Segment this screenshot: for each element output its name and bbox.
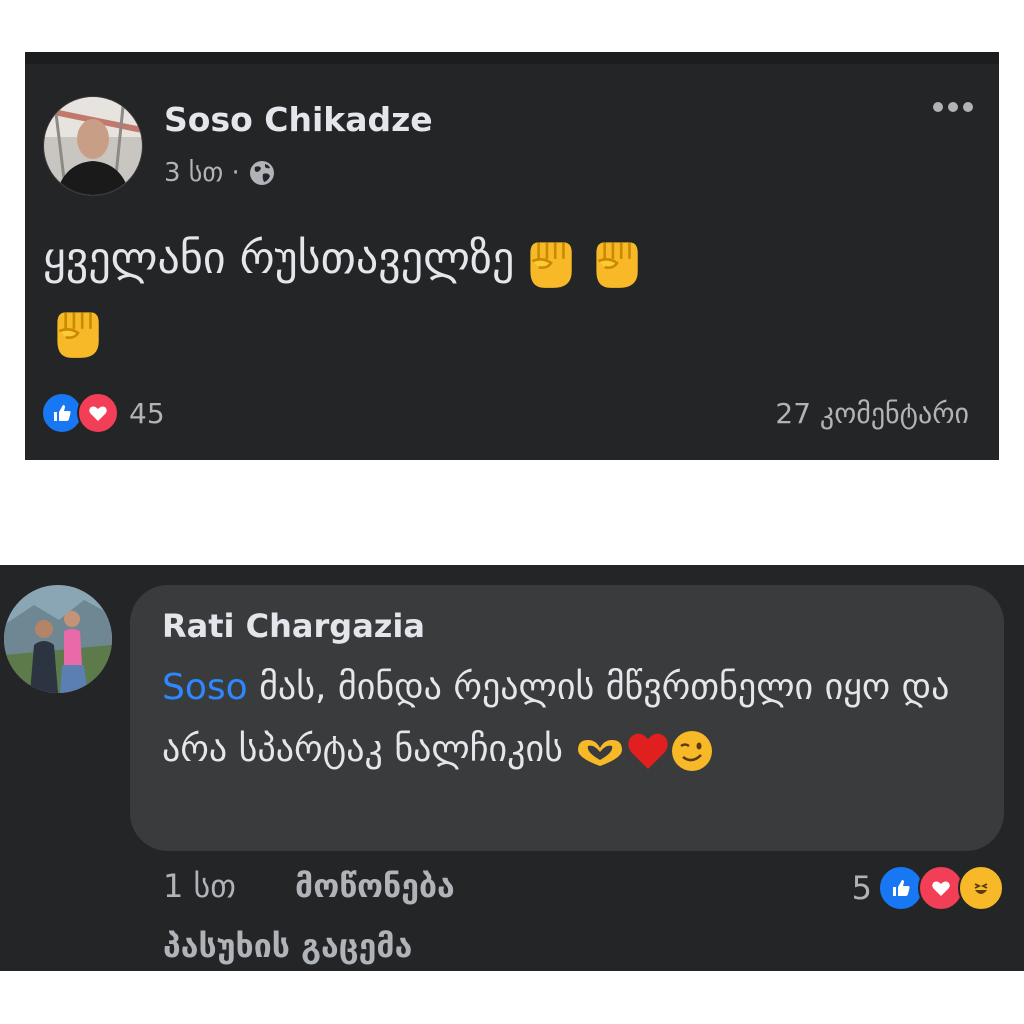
love-icon	[77, 392, 119, 434]
comment-actions: 1 სთ მოწონება	[163, 867, 503, 905]
raised-fist-emoji	[57, 312, 99, 358]
comment-text: Soso მას, მინდა რეალის მწვრთნელი იყო და …	[162, 657, 962, 781]
comment-time[interactable]: 1 სთ	[163, 867, 236, 905]
post-reaction-count: 45	[129, 396, 165, 430]
winking-face-emoji	[672, 731, 713, 771]
red-heart-emoji	[628, 733, 669, 769]
post-time[interactable]: 3 სთ ·	[164, 158, 240, 188]
post-comments-count[interactable]: 27 კომენტარი	[775, 397, 969, 430]
comment-bubble: Rati Chargazia Soso მას, მინდა რეალის მწ…	[130, 585, 1004, 851]
more-options-button[interactable]	[933, 102, 973, 112]
post-author-avatar[interactable]	[43, 96, 143, 196]
comment-reactions[interactable]: 5	[852, 865, 1004, 911]
more-icon	[933, 102, 943, 112]
like-comment-button[interactable]: მოწონება	[295, 867, 455, 905]
comment-section: Rati Chargazia Soso მას, მინდა რეალის მწ…	[0, 565, 1024, 971]
post-meta: 3 სთ ·	[164, 158, 276, 188]
heart-hands-emoji	[578, 740, 623, 766]
raised-fist-emoji	[596, 242, 639, 288]
globe-icon	[248, 159, 276, 187]
post-top-strip	[25, 52, 999, 64]
raised-fist-emoji	[530, 242, 573, 288]
post-reactions[interactable]: 45	[41, 392, 165, 434]
haha-icon	[958, 865, 1004, 911]
comment-author-avatar[interactable]	[4, 585, 112, 693]
reply-button[interactable]: პასუხის გაცემა	[163, 927, 412, 965]
post-text: ყველანი რუსთაველზე	[43, 224, 943, 364]
comment-text-content: მას, მინდა რეალის მწვრთნელი იყო და არა ს…	[162, 667, 950, 770]
mention-link[interactable]: Soso	[162, 667, 248, 708]
post-card: Soso Chikadze 3 სთ · ყველანი რუსთაველზე …	[25, 52, 999, 460]
comment-author-name[interactable]: Rati Chargazia	[162, 607, 425, 645]
comment-reaction-count: 5	[851, 869, 872, 907]
post-author-name[interactable]: Soso Chikadze	[164, 100, 433, 139]
post-text-content: ყველანი რუსთაველზე	[43, 233, 515, 284]
